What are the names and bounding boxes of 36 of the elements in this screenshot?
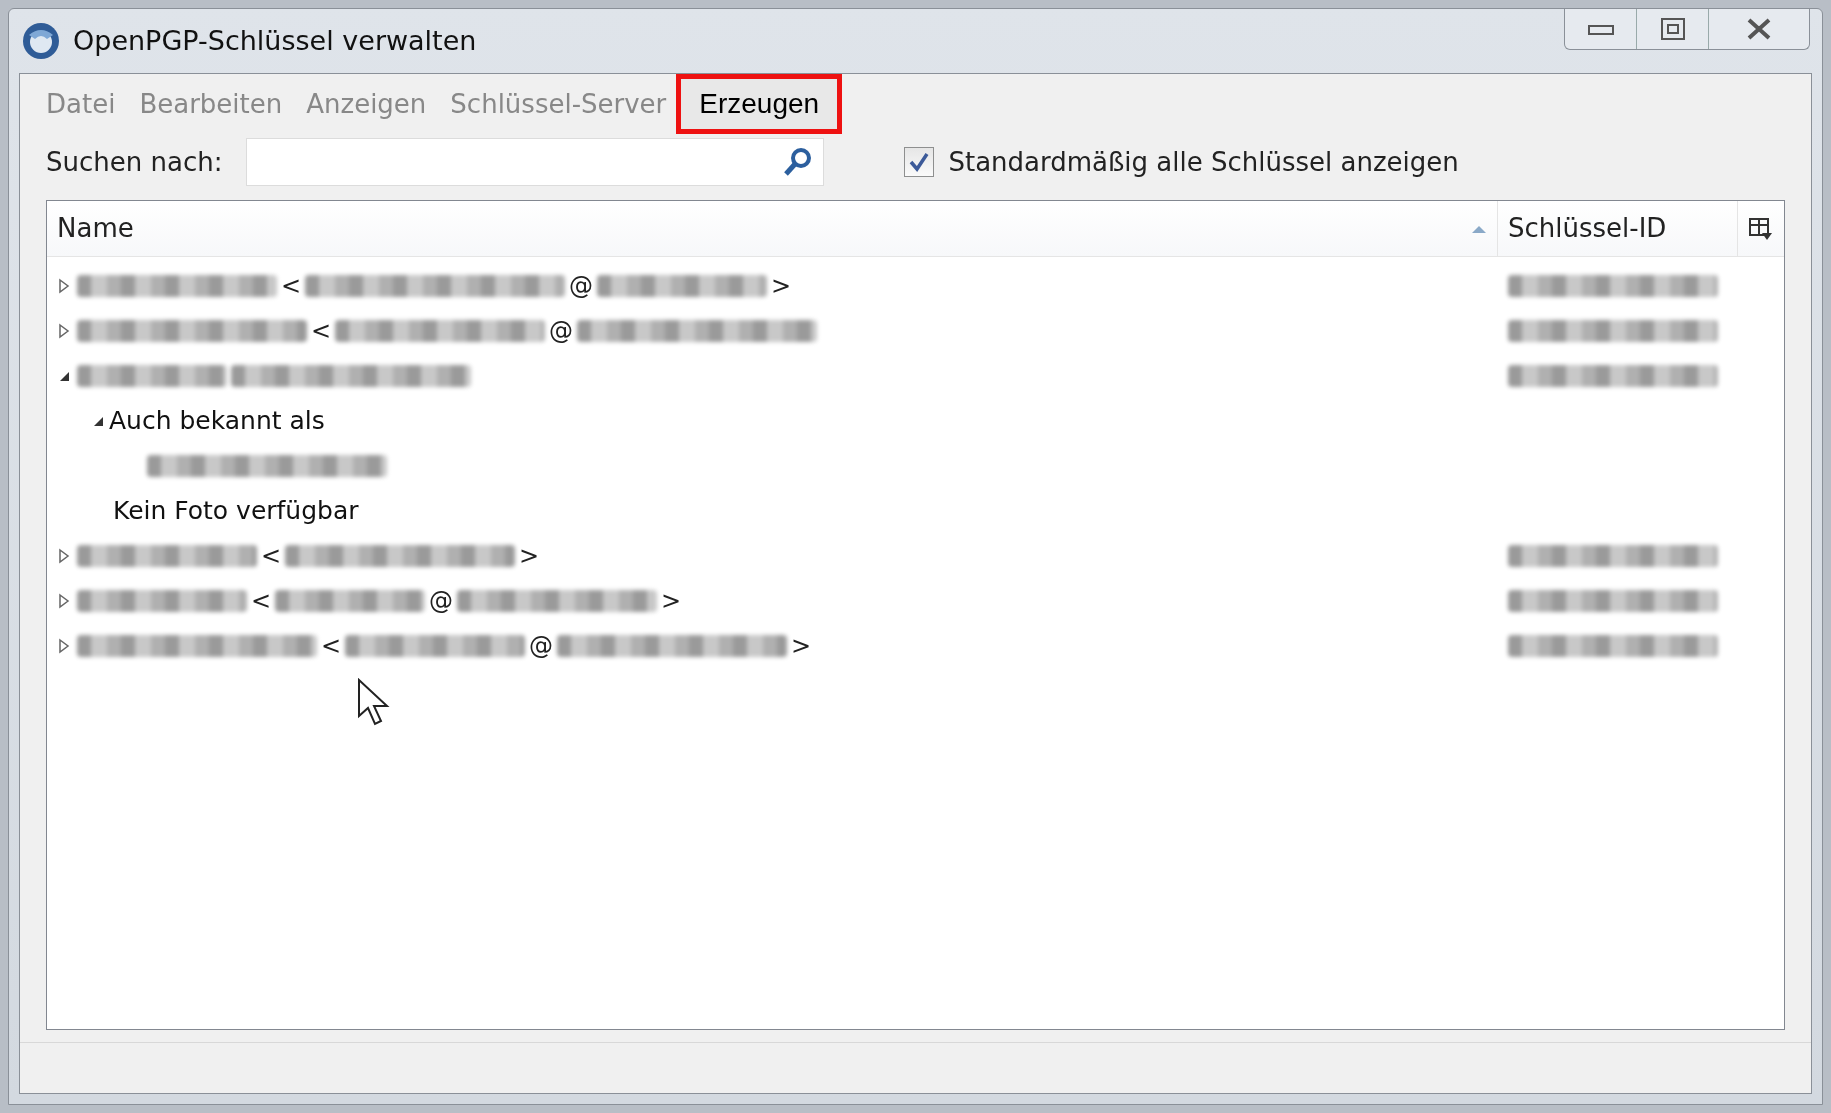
expand-triangle-icon[interactable] xyxy=(57,277,71,294)
close-icon xyxy=(1745,17,1773,41)
email-bracket: < xyxy=(261,540,282,572)
email-bracket: @ xyxy=(429,585,454,617)
expand-triangle-icon[interactable] xyxy=(57,592,71,609)
tree-item[interactable]: Kein Foto verfügbar xyxy=(113,491,359,530)
column-picker-icon[interactable] xyxy=(1748,215,1774,242)
email-bracket: < xyxy=(281,270,302,302)
email-bracket: > xyxy=(519,540,540,572)
email-bracket: > xyxy=(791,630,812,662)
window-title: OpenPGP-Schlüssel verwalten xyxy=(73,23,477,58)
expand-triangle-icon[interactable] xyxy=(57,637,71,654)
check-icon xyxy=(908,151,931,173)
checkbox[interactable] xyxy=(904,147,935,177)
email-bracket: @ xyxy=(529,630,554,662)
email-bracket: > xyxy=(771,270,792,302)
search-label: Suchen nach: xyxy=(46,145,223,179)
column-header[interactable]: Schlüssel-ID xyxy=(1498,201,1738,256)
mouse-pointer-icon xyxy=(357,678,391,728)
email-bracket: @ xyxy=(569,270,594,302)
tree-item[interactable]: Auch bekannt als xyxy=(109,401,325,440)
checkbox-label: Standardmäßig alle Schlüssel anzeigen xyxy=(948,145,1459,179)
menu-item[interactable]: Erzeugen xyxy=(676,74,843,134)
email-bracket: < xyxy=(311,315,332,347)
search-field[interactable] xyxy=(246,138,825,186)
email-bracket: < xyxy=(321,630,342,662)
search-icon xyxy=(781,146,814,178)
expand-triangle-icon[interactable] xyxy=(57,547,71,564)
expand-triangle-icon[interactable] xyxy=(57,322,71,339)
minimize-icon xyxy=(1587,23,1614,35)
app-logo-icon xyxy=(21,21,61,61)
maximize-icon xyxy=(1660,18,1685,40)
column-header[interactable]: Name xyxy=(47,201,1498,256)
email-bracket: @ xyxy=(549,315,574,347)
email-bracket: > xyxy=(661,585,682,617)
email-bracket: < xyxy=(251,585,272,617)
